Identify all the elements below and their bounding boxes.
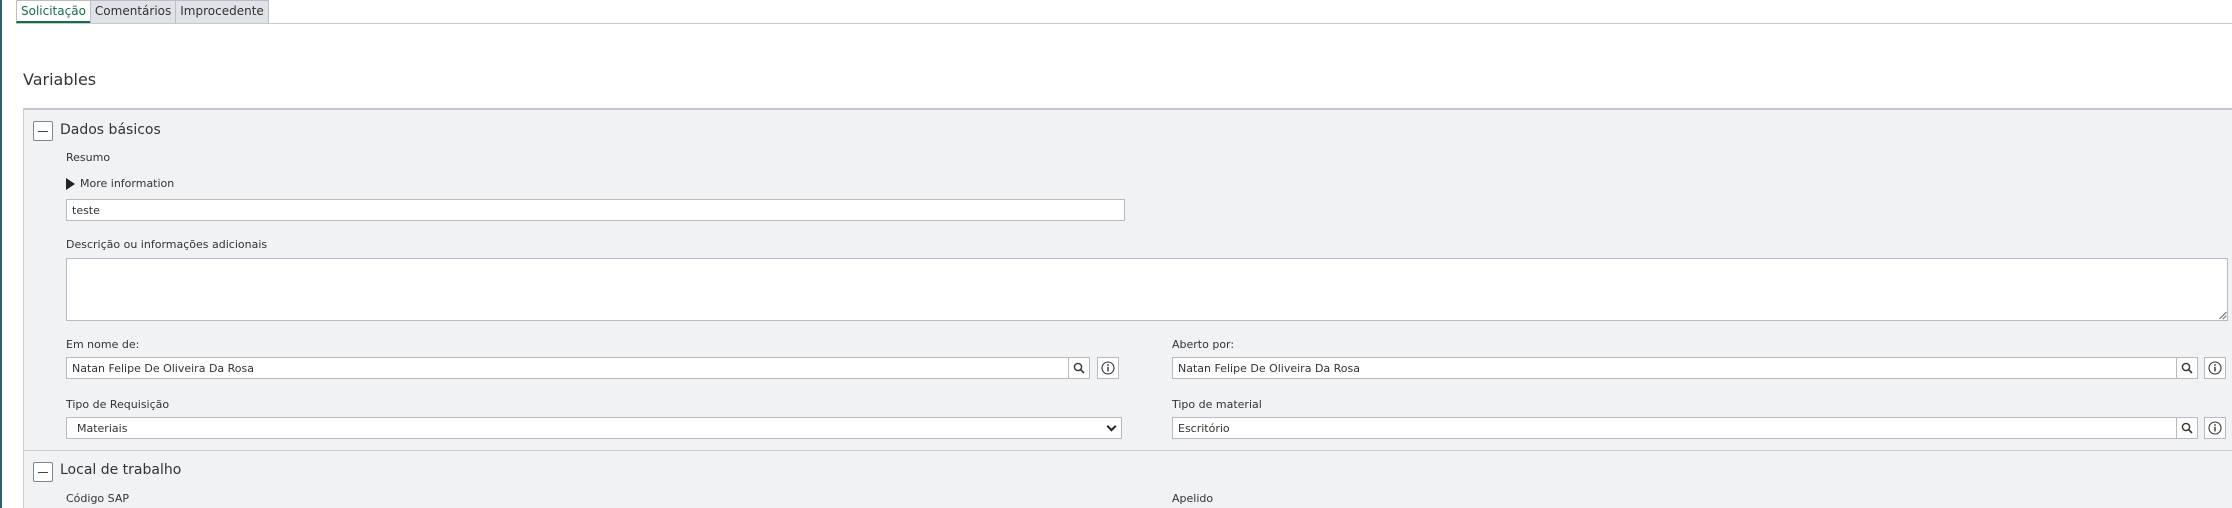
group-title-dados-basicos: Dados básicos bbox=[60, 122, 161, 138]
tipo-requisicao-select[interactable]: Materiais bbox=[66, 417, 1122, 439]
more-information-toggle[interactable]: More information bbox=[66, 177, 174, 190]
descricao-label: Descrição ou informações adicionais bbox=[66, 238, 268, 251]
group-title-local-trabalho: Local de trabalho bbox=[60, 462, 182, 478]
em-nome-de-input[interactable]: Natan Felipe De Oliveira Da Rosa bbox=[66, 357, 1069, 379]
em-nome-de-search-button[interactable] bbox=[1068, 357, 1090, 379]
tab-comentarios[interactable]: Comentários bbox=[89, 0, 177, 23]
em-nome-de-info-button[interactable] bbox=[1097, 357, 1119, 379]
resumo-value: teste bbox=[72, 203, 100, 217]
aberto-por-info-button[interactable] bbox=[2204, 357, 2226, 379]
tipo-requisicao-value: Materiais bbox=[77, 421, 128, 435]
tab-solicitacao[interactable]: Solicitação bbox=[16, 0, 91, 23]
window-left-edge bbox=[0, 0, 2, 508]
variables-panel: Dados básicos Resumo More information te… bbox=[23, 108, 2232, 508]
search-icon bbox=[2181, 422, 2193, 434]
tab-improcedente[interactable]: Improcedente bbox=[175, 0, 269, 23]
tipo-material-label: Tipo de material bbox=[1172, 398, 1262, 411]
tab-strip: Solicitação Comentários Improcedente bbox=[16, 0, 269, 23]
collapse-local-trabalho-button[interactable] bbox=[33, 462, 53, 482]
info-icon bbox=[1101, 361, 1115, 375]
search-icon bbox=[1073, 362, 1085, 374]
info-icon bbox=[2208, 361, 2222, 375]
em-nome-de-label: Em nome de: bbox=[66, 338, 140, 351]
tipo-material-value: Escritório bbox=[1178, 421, 1230, 435]
em-nome-de-value: Natan Felipe De Oliveira Da Rosa bbox=[72, 361, 254, 375]
aberto-por-search-button[interactable] bbox=[2176, 357, 2198, 379]
tipo-requisicao-label: Tipo de Requisição bbox=[66, 398, 170, 411]
info-icon bbox=[2208, 421, 2222, 435]
apelido-label: Apelido bbox=[1172, 492, 1214, 505]
tab-divider bbox=[16, 23, 2232, 24]
triangle-right-icon bbox=[66, 177, 75, 190]
resize-grip-icon[interactable] bbox=[2218, 311, 2226, 319]
resumo-label: Resumo bbox=[66, 151, 111, 164]
tipo-material-search-button[interactable] bbox=[2176, 417, 2198, 439]
descricao-textarea[interactable] bbox=[66, 258, 2228, 321]
aberto-por-value: Natan Felipe De Oliveira Da Rosa bbox=[1178, 361, 1360, 375]
collapse-dados-basicos-button[interactable] bbox=[33, 121, 53, 141]
variables-title: Variables bbox=[23, 70, 97, 89]
aberto-por-input[interactable]: Natan Felipe De Oliveira Da Rosa bbox=[1172, 357, 2177, 379]
tipo-material-input[interactable]: Escritório bbox=[1172, 417, 2177, 439]
search-icon bbox=[2181, 362, 2193, 374]
codigo-sap-label: Código SAP bbox=[66, 492, 130, 505]
chevron-down-icon bbox=[1106, 421, 1117, 432]
group-divider bbox=[24, 450, 2232, 451]
resumo-input[interactable]: teste bbox=[66, 199, 1125, 221]
tipo-material-info-button[interactable] bbox=[2204, 417, 2226, 439]
aberto-por-label: Aberto por: bbox=[1172, 338, 1235, 351]
more-information-label: More information bbox=[80, 177, 175, 190]
